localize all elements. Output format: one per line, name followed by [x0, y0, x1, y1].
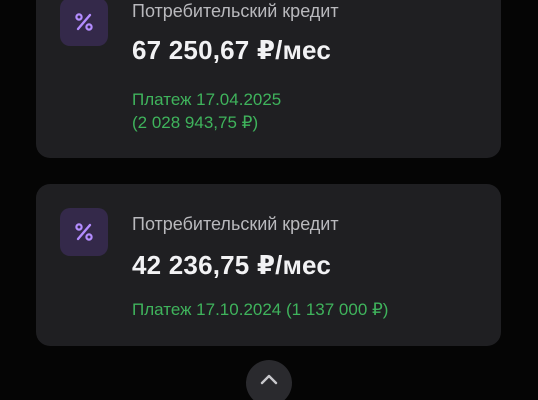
next-payment: Платеж 17.10.2024 (1 137 000 ₽): [132, 298, 388, 321]
monthly-amount: 67 250,67 ₽/мес: [132, 35, 332, 65]
next-payment: Платеж 17.04.2025 (2 028 943,75 ₽): [132, 88, 281, 134]
percent-icon: [60, 0, 108, 46]
chevron-up-icon: [260, 374, 278, 385]
collapse-button[interactable]: [246, 360, 292, 400]
payment-total: (2 028 943,75 ₽): [132, 113, 259, 132]
credit-card[interactable]: Потребительский кредит 67 250,67 ₽/мес П…: [36, 0, 501, 158]
payment-date: Платеж 17.10.2024 (1 137 000 ₽): [132, 300, 389, 319]
credits-screen: Потребительский кредит 67 250,67 ₽/мес П…: [0, 0, 538, 400]
credit-title: Потребительский кредит: [132, 214, 339, 234]
percent-icon: [60, 208, 108, 256]
credit-title: Потребительский кредит: [132, 1, 339, 21]
monthly-amount: 42 236,75 ₽/мес: [132, 250, 332, 280]
payment-date: Платеж 17.04.2025: [132, 90, 282, 109]
credit-card[interactable]: Потребительский кредит 42 236,75 ₽/мес П…: [36, 184, 501, 346]
